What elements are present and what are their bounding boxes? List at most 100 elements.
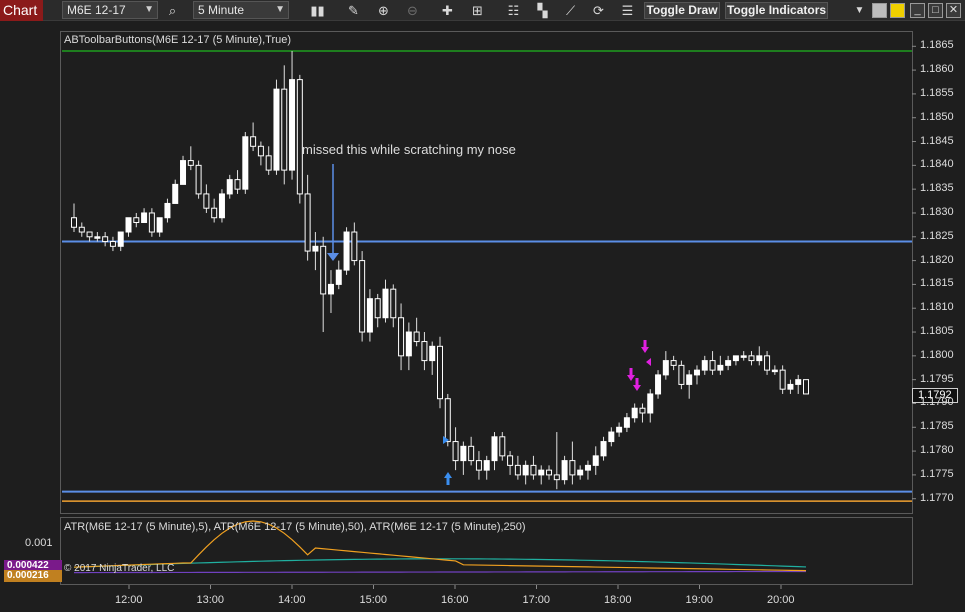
- time-axis-label: 12:00: [115, 594, 143, 606]
- candle-body: [647, 393, 654, 414]
- sell-arrow-icon: [629, 368, 633, 375]
- candle-body: [148, 212, 155, 233]
- candle-body: [94, 236, 101, 239]
- candle-body: [437, 345, 443, 400]
- indicator-title: ATR(M6E 12-17 (5 Minute),5), ATR(M6E 12-…: [64, 521, 526, 533]
- candle-body: [483, 460, 490, 471]
- candle-body: [623, 417, 630, 428]
- candle-body: [678, 364, 685, 385]
- candle-body: [71, 217, 77, 228]
- candle-body: [429, 345, 436, 362]
- candle-body: [390, 288, 397, 319]
- buy-arrow-icon: [446, 478, 450, 485]
- price-axis-label: 1.1810: [920, 301, 954, 314]
- price-axis-label: 1.1840: [920, 158, 954, 171]
- price-axis-label: 1.1795: [920, 372, 954, 385]
- price-axis-label: 1.1845: [920, 134, 954, 147]
- candle-body: [491, 436, 498, 462]
- price-axis-label: 1.1790: [920, 396, 954, 409]
- candle-body: [117, 231, 124, 247]
- price-axis-label: 1.1780: [920, 444, 954, 457]
- candle-body: [218, 193, 225, 219]
- price-axis-label: 1.1825: [920, 229, 954, 242]
- sell-arrow-icon: [635, 378, 639, 385]
- candle-body: [717, 364, 724, 371]
- candle-body: [538, 469, 545, 476]
- candle-body: [616, 426, 623, 433]
- buy-arrow-icon: [444, 472, 452, 478]
- price-axis-label: 1.1855: [920, 86, 954, 99]
- candle-body: [242, 136, 249, 190]
- candle-body: [662, 360, 669, 376]
- candle-body: [343, 231, 350, 271]
- copyright-notice: © 2017 NinjaTrader, LLC: [64, 563, 175, 574]
- candle-body: [273, 88, 280, 171]
- candle-body: [195, 164, 202, 195]
- time-axis-label: 20:00: [767, 594, 795, 606]
- candle-body: [413, 331, 420, 343]
- atr-250-line: [73, 570, 807, 574]
- candle-body: [631, 407, 638, 419]
- candle-body: [468, 445, 475, 462]
- price-axis-label: 1.1770: [920, 491, 954, 504]
- candle-body: [522, 464, 529, 476]
- candle-body: [180, 160, 187, 185]
- candle-body: [304, 193, 311, 252]
- candle-body: [577, 469, 584, 476]
- candle-body: [499, 436, 506, 457]
- price-axis-label: 1.1800: [920, 348, 954, 361]
- candle-body: [608, 431, 615, 443]
- candle-body: [405, 331, 412, 357]
- candle-body: [312, 245, 319, 252]
- candle-body: [584, 464, 591, 471]
- candle-body: [553, 474, 560, 481]
- sell-arrow-icon: [627, 375, 635, 381]
- candle-body: [475, 460, 482, 471]
- candle-body: [686, 374, 693, 385]
- price-axis-label: 1.1775: [920, 467, 954, 480]
- candle-body: [600, 441, 607, 457]
- candle-body: [514, 464, 521, 476]
- price-axis-label: 1.1785: [920, 420, 954, 433]
- candle-body: [335, 269, 342, 285]
- candle-body: [709, 360, 716, 371]
- price-axis-label: 1.1805: [920, 325, 954, 338]
- candle-body: [507, 455, 514, 466]
- atr-slow-value-tag: 0.000216: [4, 570, 62, 582]
- candle-body: [327, 283, 334, 295]
- candle-body: [444, 398, 451, 443]
- candle-body: [359, 260, 366, 333]
- candle-body: [725, 360, 732, 366]
- time-axis-label: 16:00: [441, 594, 469, 606]
- candle-body: [592, 455, 599, 466]
- candle-body: [740, 355, 747, 358]
- candle-body: [421, 341, 428, 362]
- price-axis-label: 1.1815: [920, 277, 954, 290]
- candle-body: [374, 298, 381, 319]
- candle-body: [320, 245, 327, 295]
- chart-title: ABToolbarButtons(M6E 12-17 (5 Minute),Tr…: [64, 34, 292, 46]
- candle-body: [281, 88, 288, 171]
- candle-body: [203, 193, 210, 209]
- price-axis-label: 1.1830: [920, 205, 954, 218]
- candle-body: [164, 202, 171, 219]
- chart-annotation: missed this while scratching my nose: [302, 142, 516, 157]
- candle-body: [102, 236, 109, 243]
- candle-body: [86, 231, 93, 238]
- time-axis-label: 19:00: [685, 594, 714, 606]
- candle-body: [250, 136, 257, 147]
- candle-body: [133, 217, 140, 223]
- candle-body: [639, 407, 646, 414]
- candle-body: [265, 155, 272, 171]
- candle-body: [234, 179, 241, 190]
- price-axis-label: 1.1865: [920, 39, 954, 52]
- candle-body: [561, 460, 568, 481]
- indicator-axis-label: 0.001: [25, 537, 53, 549]
- candle-body: [795, 379, 802, 385]
- candle-body: [366, 298, 373, 333]
- candle-body: [125, 217, 132, 233]
- candle-body: [289, 79, 296, 171]
- candle-body: [569, 460, 576, 476]
- candle-body: [546, 469, 553, 476]
- time-axis-label: 17:00: [522, 594, 551, 606]
